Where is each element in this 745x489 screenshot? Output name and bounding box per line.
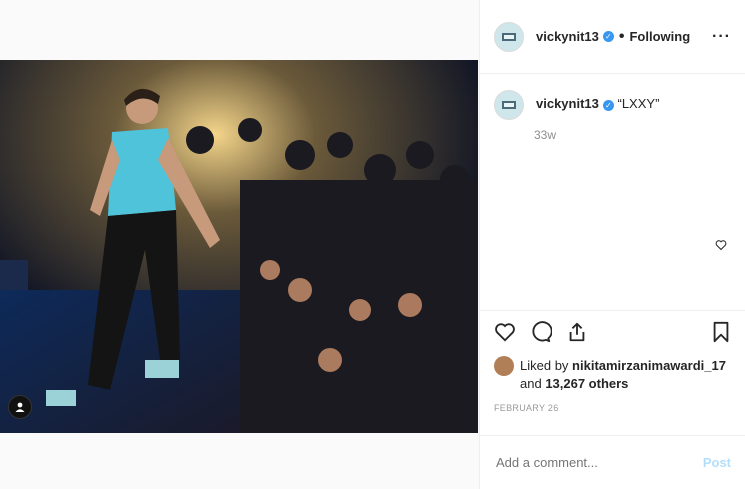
heart-icon[interactable] [494, 321, 516, 348]
caption: vickynit13 ✓ “LXXY” [536, 96, 659, 111]
comment-box: Post [480, 435, 745, 489]
more-options-icon[interactable]: ··· [712, 28, 731, 46]
liker-avatar[interactable] [494, 356, 514, 376]
user-tag-icon[interactable] [8, 395, 32, 419]
post-comment-button[interactable]: Post [703, 455, 731, 470]
comment-input[interactable] [494, 454, 703, 471]
likes-mid: and [520, 376, 546, 391]
avatar[interactable] [494, 90, 524, 120]
avatar[interactable] [494, 21, 524, 52]
share-icon[interactable] [566, 321, 588, 348]
comment-icon[interactable] [530, 321, 553, 348]
caption-text: “LXXY” [617, 96, 660, 111]
bookmark-icon[interactable] [711, 321, 731, 348]
verified-badge-icon: ✓ [602, 100, 614, 111]
heart-icon[interactable] [715, 238, 727, 256]
post-date: FEBRUARY 26 [494, 403, 559, 413]
caption-username[interactable]: vickynit13 [536, 96, 599, 111]
caption-row: vickynit13 ✓ “LXXY” [494, 90, 731, 120]
liker-username[interactable]: nikitamirzanimawardi_17 [572, 358, 726, 373]
post-details-panel: vickynit13 ✓ • Following ··· vickynit13 ✓… [479, 0, 745, 489]
likes-count[interactable]: 13,267 others [545, 376, 628, 391]
username[interactable]: vickynit13 [536, 29, 599, 44]
post-image[interactable] [0, 60, 478, 433]
post-header: vickynit13 ✓ • Following ··· [480, 0, 745, 74]
action-bar [480, 311, 745, 348]
likes-summary: Liked by nikitamirzanimawardi_17 and 13,… [480, 348, 745, 393]
verified-badge-icon: ✓ [602, 31, 614, 42]
concert-photo [0, 60, 478, 433]
likes-prefix: Liked by [520, 358, 573, 373]
comments-section: vickynit13 ✓ “LXXY” 33w [480, 74, 745, 311]
time-ago: 33w [534, 128, 557, 142]
following-button[interactable]: Following [629, 29, 690, 44]
separator-dot: • [618, 27, 625, 45]
